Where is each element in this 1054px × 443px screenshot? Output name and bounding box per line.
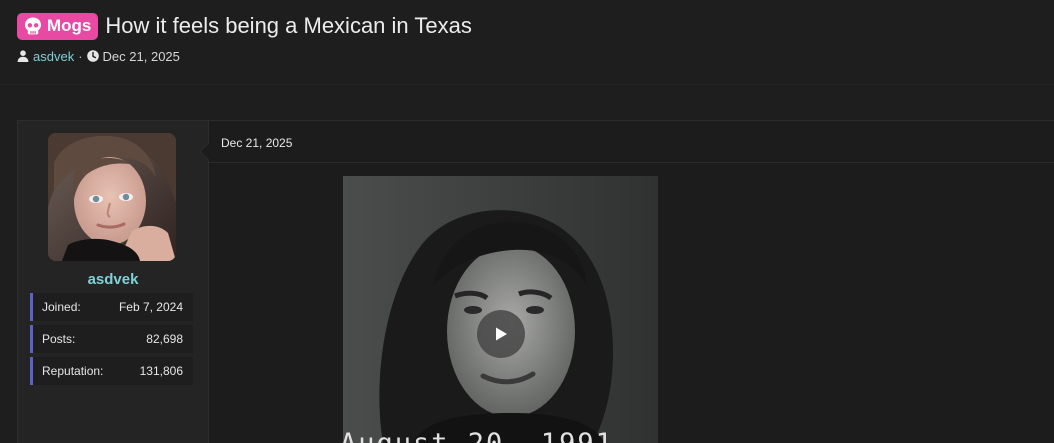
user-icon <box>17 50 29 62</box>
stat-label: Reputation: <box>42 364 104 378</box>
play-button[interactable] <box>477 310 525 358</box>
skull-icon <box>23 16 43 36</box>
prefix-label: Mogs <box>47 16 92 35</box>
stat-value: 131,806 <box>139 364 183 378</box>
post: asdvek Joined: Feb 7, 2024 Posts: 82,698… <box>17 120 1054 443</box>
stat-joined: Joined: Feb 7, 2024 <box>30 293 193 321</box>
avatar[interactable] <box>48 133 176 261</box>
post-divider <box>209 162 1054 163</box>
header-divider <box>0 84 1054 85</box>
meta-separator: · <box>78 48 83 64</box>
video-player[interactable]: August 20, 1991 <box>343 176 658 443</box>
thread-header: Mogs How it feels being a Mexican in Tex… <box>17 12 1054 64</box>
play-icon <box>492 325 510 343</box>
stat-label: Joined: <box>42 300 81 314</box>
thread-meta: asdvek · Dec 21, 2025 <box>17 48 1054 64</box>
thread-date[interactable]: Dec 21, 2025 <box>103 49 180 64</box>
stat-value: Feb 7, 2024 <box>118 300 183 314</box>
stat-posts: Posts: 82,698 <box>30 325 193 353</box>
stat-label: Posts: <box>42 332 76 346</box>
post-user-cell: asdvek Joined: Feb 7, 2024 Posts: 82,698… <box>18 121 209 443</box>
title-row: Mogs How it feels being a Mexican in Tex… <box>17 12 1054 40</box>
thread-author-link[interactable]: asdvek <box>33 49 74 64</box>
clock-icon <box>86 50 99 62</box>
video-caption: August 20, 1991 <box>343 428 614 443</box>
stat-value[interactable]: 82,698 <box>146 332 183 346</box>
post-main-cell: Dec 21, 2025 <box>209 121 1054 443</box>
stat-reputation: Reputation: 131,806 <box>30 357 193 385</box>
prefix-badge[interactable]: Mogs <box>17 12 99 40</box>
post-date[interactable]: Dec 21, 2025 <box>221 136 292 150</box>
thread-title: How it feels being a Mexican in Texas <box>105 13 472 38</box>
post-username[interactable]: asdvek <box>18 271 208 288</box>
